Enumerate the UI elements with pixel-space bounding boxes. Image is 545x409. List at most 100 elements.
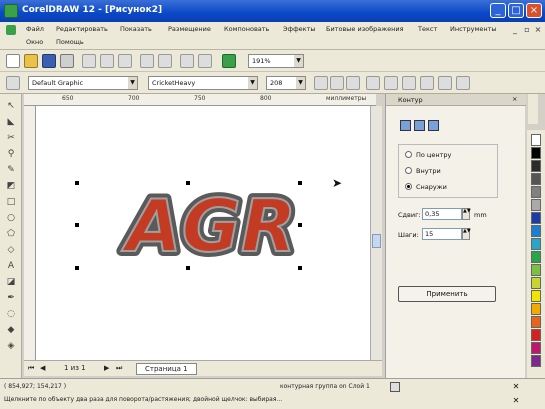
- text-tool-icon[interactable]: A: [4, 260, 18, 273]
- pick-tool-icon[interactable]: ↖: [4, 100, 18, 113]
- rectangle-tool-icon[interactable]: □: [4, 196, 18, 209]
- character-format-icon[interactable]: [420, 76, 434, 90]
- close-icon[interactable]: ×: [512, 95, 517, 103]
- horizontal-ruler[interactable]: 650 700 750 800 миллиметры: [24, 94, 376, 106]
- menu-help[interactable]: Помощь: [56, 38, 84, 46]
- interactive-fill-tool-icon[interactable]: ◈: [4, 340, 18, 353]
- bullet-icon[interactable]: [384, 76, 398, 90]
- print-icon[interactable]: [60, 54, 74, 68]
- tab-page-1[interactable]: Страница 1: [136, 363, 197, 375]
- menu-layout[interactable]: Компоновать: [224, 25, 269, 33]
- menu-file[interactable]: Файл: [26, 25, 44, 33]
- steps-input[interactable]: 15: [422, 228, 462, 240]
- copy-icon[interactable]: [100, 54, 114, 68]
- menu-bitmaps[interactable]: Битовые изображения: [326, 25, 404, 33]
- undo-icon[interactable]: [140, 54, 154, 68]
- zoom-tool-icon[interactable]: ⚲: [4, 148, 18, 161]
- edit-text-icon[interactable]: [438, 76, 452, 90]
- palette-swatch[interactable]: [531, 329, 541, 341]
- menu-tools[interactable]: Инструменты: [450, 25, 497, 33]
- palette-swatch[interactable]: [531, 186, 541, 198]
- new-document-icon[interactable]: [6, 54, 20, 68]
- align-icon[interactable]: [366, 76, 380, 90]
- mdi-minimize-button[interactable]: _: [510, 25, 520, 35]
- italic-icon[interactable]: [330, 76, 344, 90]
- object-properties-icon[interactable]: [6, 76, 20, 90]
- application-launcher-icon[interactable]: [222, 54, 236, 68]
- contour-inside-icon[interactable]: [414, 120, 425, 131]
- selection-handle[interactable]: [298, 266, 302, 270]
- palette-swatch[interactable]: [531, 316, 541, 328]
- chevron-down-icon[interactable]: ▼: [248, 77, 257, 89]
- palette-swatch[interactable]: [531, 342, 541, 354]
- close-button[interactable]: ×: [526, 3, 542, 18]
- open-folder-icon[interactable]: [24, 54, 38, 68]
- chevron-down-icon[interactable]: ▼: [294, 55, 303, 67]
- selection-handle[interactable]: [186, 181, 190, 185]
- prev-page-button[interactable]: ◀: [40, 364, 45, 372]
- scroll-thumb[interactable]: [372, 234, 381, 248]
- interactive-blend-tool-icon[interactable]: ◪: [4, 276, 18, 289]
- vertical-ruler[interactable]: [24, 106, 36, 360]
- mdi-restore-button[interactable]: ▫: [522, 25, 532, 35]
- text-orientation-icon[interactable]: [456, 76, 470, 90]
- palette-swatch[interactable]: [531, 277, 541, 289]
- chevron-down-icon[interactable]: ▼: [296, 77, 305, 89]
- first-page-button[interactable]: ⏮: [28, 364, 34, 373]
- palette-swatch[interactable]: [531, 160, 541, 172]
- palette-swatch[interactable]: [531, 225, 541, 237]
- vertical-scrollbar[interactable]: [370, 106, 382, 360]
- offset-spinner[interactable]: ▲▼: [462, 208, 471, 220]
- export-icon[interactable]: [198, 54, 212, 68]
- docker-side-tab[interactable]: [528, 94, 538, 124]
- apply-button[interactable]: Применить: [398, 286, 496, 302]
- freehand-tool-icon[interactable]: ✎: [4, 164, 18, 177]
- smart-fill-tool-icon[interactable]: ◩: [4, 180, 18, 193]
- palette-swatch[interactable]: [531, 290, 541, 302]
- bold-icon[interactable]: [314, 76, 328, 90]
- maximize-button[interactable]: □: [508, 3, 524, 18]
- menu-window[interactable]: Окно: [26, 38, 43, 46]
- offset-input[interactable]: 0,35: [422, 208, 462, 220]
- selection-handle[interactable]: [298, 223, 302, 227]
- no-outline-icon[interactable]: ✕: [510, 396, 522, 406]
- selection-handle[interactable]: [75, 223, 79, 227]
- contour-outside-icon[interactable]: [428, 120, 439, 131]
- palette-swatch[interactable]: [531, 147, 541, 159]
- ellipse-tool-icon[interactable]: ○: [4, 212, 18, 225]
- polygon-tool-icon[interactable]: ⬠: [4, 228, 18, 241]
- palette-swatch[interactable]: [531, 251, 541, 263]
- no-fill-icon[interactable]: ✕: [510, 382, 522, 392]
- last-page-button[interactable]: ⏭: [116, 364, 122, 373]
- eyedropper-tool-icon[interactable]: ✒: [4, 292, 18, 305]
- radio-inside[interactable]: [405, 167, 412, 174]
- paste-icon[interactable]: [118, 54, 132, 68]
- drawing-canvas[interactable]: AGR AGR ➤: [36, 106, 370, 360]
- palette-swatch[interactable]: [531, 355, 541, 367]
- underline-icon[interactable]: [346, 76, 360, 90]
- palette-swatch[interactable]: [531, 212, 541, 224]
- menu-edit[interactable]: Редактировать: [56, 25, 108, 33]
- radio-to-center[interactable]: [405, 151, 412, 158]
- steps-spinner[interactable]: ▲▼: [462, 228, 471, 240]
- palette-swatch[interactable]: [531, 199, 541, 211]
- crop-tool-icon[interactable]: ✂: [4, 132, 18, 145]
- shape-tool-icon[interactable]: ◣: [4, 116, 18, 129]
- minimize-button[interactable]: _: [490, 3, 506, 18]
- save-icon[interactable]: [42, 54, 56, 68]
- graphic-style-combo[interactable]: Default Graphic ▼: [28, 76, 138, 90]
- mdi-close-button[interactable]: ×: [533, 25, 543, 35]
- palette-swatch[interactable]: [531, 134, 541, 146]
- selection-handle[interactable]: [75, 266, 79, 270]
- selection-handle[interactable]: [75, 181, 79, 185]
- zoom-combo[interactable]: 191% ▼: [248, 54, 304, 68]
- menu-arrange[interactable]: Размещение: [168, 25, 211, 33]
- contour-to-center-icon[interactable]: [400, 120, 411, 131]
- outline-tool-icon[interactable]: ◌: [4, 308, 18, 321]
- basic-shapes-tool-icon[interactable]: ◇: [4, 244, 18, 257]
- menu-effects[interactable]: Эффекты: [283, 25, 316, 33]
- radio-outside[interactable]: [405, 183, 412, 190]
- cut-icon[interactable]: [82, 54, 96, 68]
- import-icon[interactable]: [180, 54, 194, 68]
- palette-swatch[interactable]: [531, 238, 541, 250]
